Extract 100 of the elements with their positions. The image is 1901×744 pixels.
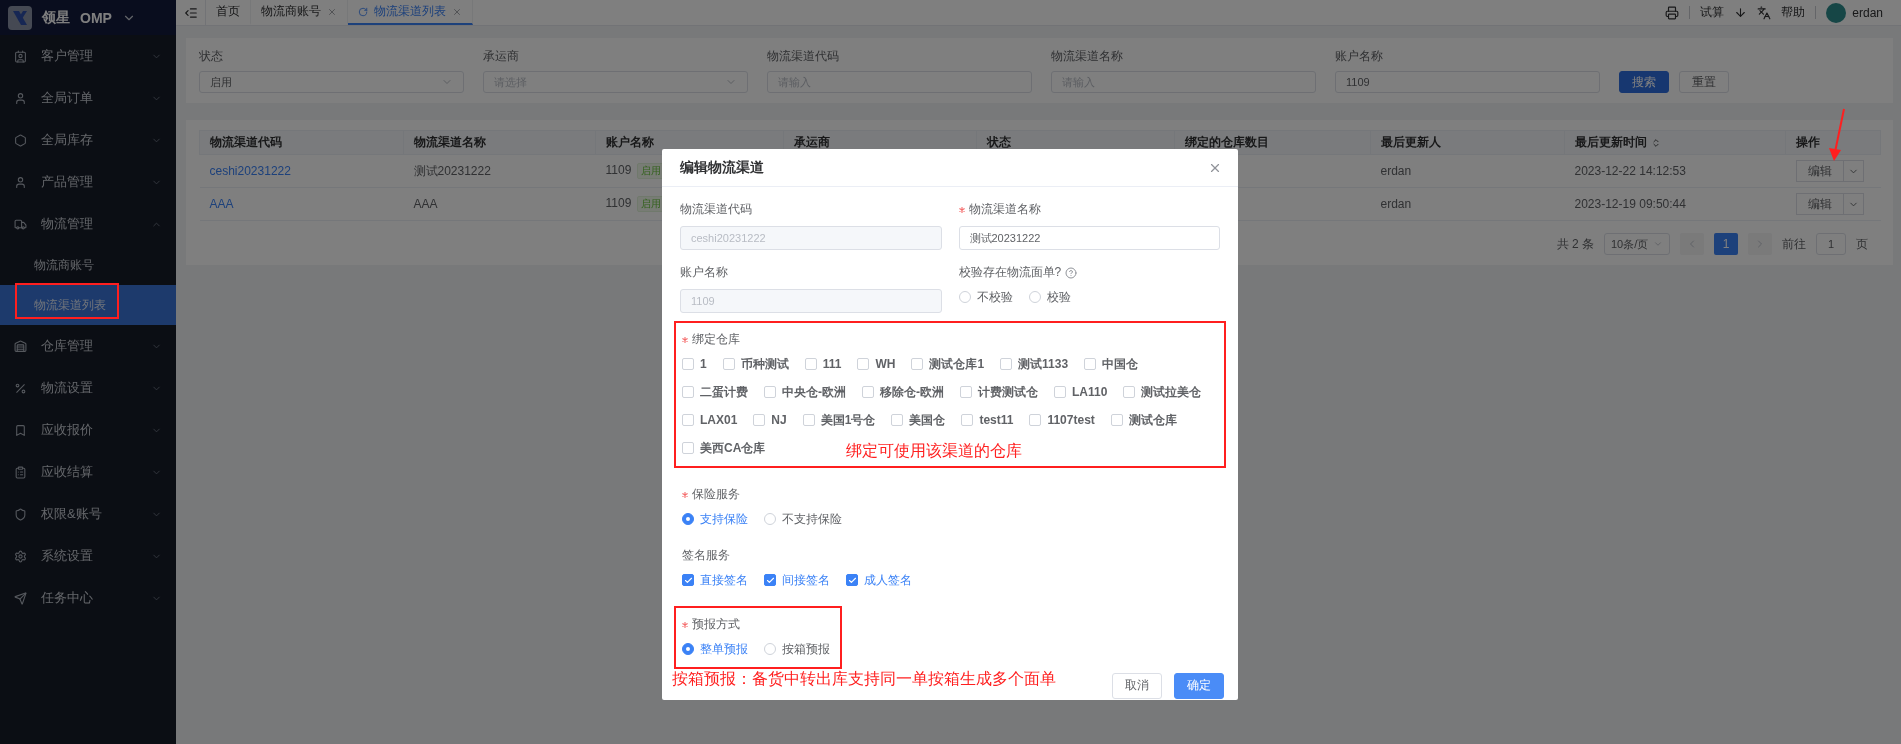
checkbox-label: 测试1133 (1018, 355, 1069, 373)
logo-icon (8, 5, 32, 30)
download-icon[interactable] (1734, 6, 1748, 19)
close-icon[interactable] (452, 6, 462, 17)
input-field[interactable]: 1109 (1335, 71, 1600, 93)
edit-button[interactable]: 编辑 (1795, 193, 1844, 215)
checkbox-label: test11 (979, 413, 1014, 427)
sidebar-item[interactable]: 仓库管理 (0, 325, 176, 367)
sidebar-item[interactable]: 任务中心 (0, 577, 176, 619)
page-button[interactable]: 1 (1714, 233, 1738, 255)
translate-icon[interactable] (1757, 5, 1772, 20)
trial-link[interactable]: 试算 (1700, 4, 1725, 21)
column-header: 操作 (1785, 130, 1881, 155)
total-count: 共 2 条 (1556, 235, 1594, 253)
radio-label: 按箱预报 (782, 640, 830, 658)
radio-button[interactable] (682, 513, 694, 525)
channel-code-link[interactable]: AAA (209, 197, 234, 211)
sidebar-item[interactable]: 产品管理 (0, 161, 176, 203)
goto-label: 前往 (1782, 235, 1806, 253)
field-label: 物流渠道代码 (680, 201, 752, 218)
truck-icon (14, 217, 27, 231)
column-header: 最后更新人 (1370, 130, 1565, 155)
sidebar-item[interactable]: 应收结算 (0, 451, 176, 493)
annotation-note: 绑定可使用该渠道的仓库 (846, 441, 1022, 461)
checkbox-label: 移除仓-欧洲 (880, 383, 944, 401)
shield-icon (14, 507, 27, 521)
checkbox[interactable] (846, 574, 858, 586)
confirm-button[interactable]: 确定 (1174, 672, 1224, 699)
checkbox-label: 美国1号仓 (820, 411, 876, 429)
column-header: 物流渠道代码 (199, 130, 404, 155)
user-name[interactable]: erdan (1852, 5, 1883, 20)
sort-icon[interactable] (1651, 137, 1661, 148)
tab[interactable]: 首页 (206, 0, 251, 25)
contact-card-icon (14, 49, 27, 63)
checkbox-label: WH (875, 357, 896, 371)
gear-icon (14, 549, 27, 563)
filter-label: 物流渠道代码 (767, 48, 840, 65)
column-header: 物流渠道名称 (403, 130, 596, 155)
sidebar-item[interactable]: 全局订单 (0, 77, 176, 119)
channel-code-link[interactable]: ceshi20231222 (209, 164, 291, 178)
column-header: 最后更新时间 (1564, 130, 1786, 155)
cancel-button[interactable]: 取消 (1112, 672, 1162, 699)
page-suffix: 页 (1856, 235, 1868, 253)
bookmark-icon (14, 423, 27, 437)
field-label: 保险服务 (692, 486, 740, 503)
sidebar-item[interactable]: 系统设置 (0, 535, 176, 577)
checkbox-label: 币种测试 (740, 355, 789, 373)
annotation-note: 按箱预报：备货中转出库支持同一单按箱生成多个面单 (672, 669, 1056, 689)
checkbox-label: 直接签名 (700, 571, 748, 589)
printer-icon[interactable] (1665, 5, 1680, 20)
checkbox[interactable] (682, 574, 694, 586)
reset-button[interactable]: 重置 (1679, 71, 1729, 93)
checkbox-label: 测试拉美仓 (1141, 383, 1202, 401)
select-field[interactable]: 启用 (199, 71, 464, 93)
page-size-select[interactable]: 10条/页 (1604, 233, 1670, 255)
field-label: 校验存在物流面单? (958, 264, 1062, 281)
radio-label: 整单预报 (700, 640, 748, 658)
refresh-icon[interactable] (358, 6, 368, 17)
page-input[interactable]: 1 (1816, 233, 1846, 255)
close-icon[interactable] (327, 6, 337, 17)
hexagon-icon (14, 133, 27, 147)
sidebar-item[interactable]: 权限&账号 (0, 493, 176, 535)
checkbox-label: NJ (771, 413, 787, 427)
field-label: 物流渠道名称 (968, 201, 1041, 218)
sidebar-item[interactable]: 客户管理 (0, 35, 176, 77)
edit-button[interactable]: 编辑 (1795, 160, 1844, 182)
sidebar-subitem[interactable]: 物流渠道列表 (0, 285, 176, 325)
table-cell: 2023-12-19 09:50:44 (1564, 187, 1786, 221)
search-button[interactable]: 搜索 (1619, 71, 1669, 93)
checkbox-label: 1 (700, 357, 707, 371)
dropdown-button[interactable] (1843, 193, 1864, 215)
account-name: 1109 (605, 163, 632, 177)
account-name: 1109 (605, 196, 632, 210)
checkbox-label: 美国仓 (909, 411, 946, 429)
filter-label: 账户名称 (1335, 48, 1384, 65)
sidebar-item[interactable]: 物流管理 (0, 203, 176, 245)
help-icon[interactable] (1065, 266, 1078, 279)
table-cell: AAA (403, 187, 596, 221)
sidebar-item[interactable]: 全局库存 (0, 119, 176, 161)
sidebar-item[interactable]: 应收报价 (0, 409, 176, 451)
tab[interactable]: 物流渠道列表 (348, 0, 473, 25)
radio-button[interactable] (682, 643, 694, 655)
table-cell: erdan (1370, 187, 1565, 221)
table-cell: erdan (1370, 154, 1565, 188)
avatar[interactable] (1826, 2, 1847, 23)
input-field[interactable]: 测试20231222 (958, 226, 1220, 250)
user-icon (14, 175, 27, 189)
sidebar-item[interactable]: 物流设置 (0, 367, 176, 409)
field-label: 预报方式 (692, 616, 740, 633)
column-header: 绑定的仓库数目 (1174, 130, 1371, 155)
radio-label: 不支持保险 (782, 510, 842, 528)
filter-label: 承运商 (483, 48, 520, 65)
help-link[interactable]: 帮助 (1781, 4, 1806, 21)
percent-icon (14, 381, 27, 395)
checkbox-label: 间接签名 (782, 571, 830, 589)
menu-fold-icon[interactable] (183, 5, 198, 20)
checkbox[interactable] (764, 574, 776, 586)
checkbox-label: LAX01 (700, 413, 738, 427)
tab[interactable]: 物流商账号 (251, 0, 348, 25)
dropdown-button[interactable] (1843, 160, 1864, 182)
